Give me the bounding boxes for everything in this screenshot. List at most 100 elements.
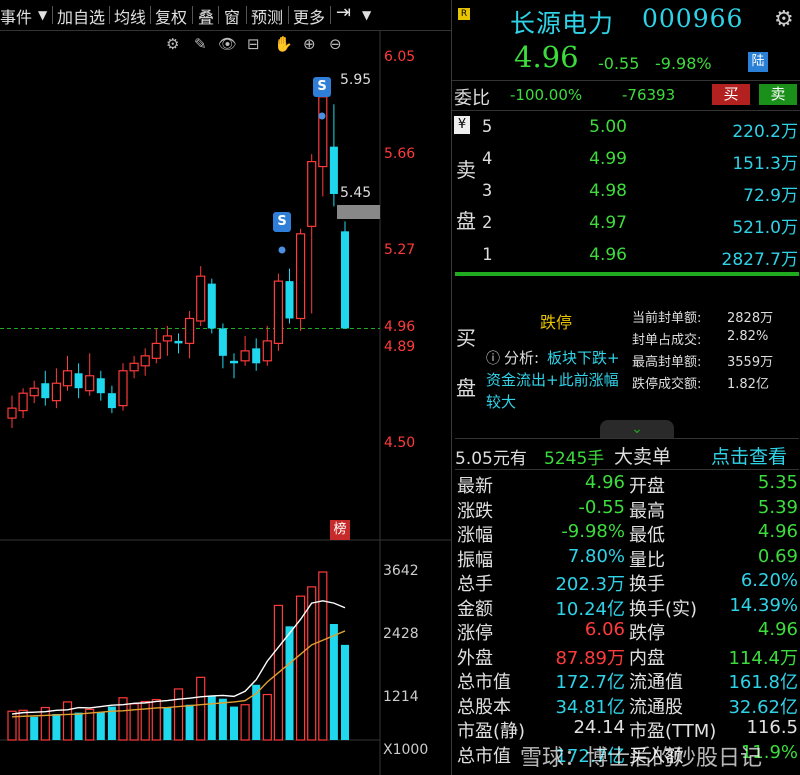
candle-body xyxy=(318,96,328,168)
stat-label: 涨幅 xyxy=(457,525,493,546)
volume-bar xyxy=(7,710,17,741)
rank-badge[interactable]: 榜 xyxy=(330,520,350,540)
volume-axis-label: 2428 xyxy=(383,626,419,642)
chevron-down-icon[interactable]: ⌄ xyxy=(600,420,674,438)
volume-bar xyxy=(62,701,73,741)
volume-bar xyxy=(185,704,194,740)
stat-label: 涨停 xyxy=(457,623,493,644)
sell-level-5[interactable]: 5 5.00 220.2万 xyxy=(452,113,800,143)
market-badge: 陆 xyxy=(748,52,768,72)
stat-value: -0.55 xyxy=(578,496,625,518)
price-axis-label: 4.89 xyxy=(384,339,416,355)
candle-body xyxy=(240,350,250,362)
stat-label: 换手 xyxy=(629,574,665,595)
volume-bar xyxy=(341,644,349,740)
stat-value: 24.14 xyxy=(573,717,625,738)
volume-bar xyxy=(52,714,61,740)
volume-bar xyxy=(151,699,161,741)
analysis-text[interactable]: 资金流出+此前涨幅 xyxy=(486,369,619,390)
price-change-pct: -9.98% xyxy=(655,54,712,73)
volume-bar xyxy=(230,706,238,740)
stock-name: 长源电力 xyxy=(510,9,615,38)
candle-body xyxy=(107,393,116,409)
gear-icon[interactable]: ⚙ xyxy=(774,7,794,32)
volume-bar xyxy=(296,595,306,741)
order-book-divider xyxy=(455,272,799,276)
rank-r-icon: R xyxy=(458,8,470,20)
sell-level-1[interactable]: 1 4.96 2827.7万 xyxy=(452,241,800,271)
volume-bar xyxy=(329,623,338,740)
candle-body xyxy=(296,233,306,320)
candlestick-chart[interactable] xyxy=(0,0,451,775)
current-price-tag xyxy=(337,205,380,219)
big-order-type: 大卖单 xyxy=(614,446,672,468)
volume-axis-label: 3642 xyxy=(383,563,419,579)
signal-dot xyxy=(318,112,326,120)
candle-body xyxy=(218,328,227,356)
volume-bar xyxy=(307,586,317,741)
candle-body xyxy=(207,283,216,329)
seal-value: 1.82亿 xyxy=(727,377,769,392)
seal-label: 封单占成交: xyxy=(632,333,702,348)
candle-body xyxy=(151,342,161,359)
price-axis-label: 6.05 xyxy=(384,49,416,65)
seal-label: 最高封单额: xyxy=(632,355,702,370)
stat-value: 116.5 xyxy=(746,717,798,738)
stat-value: 87.89万 xyxy=(555,647,625,669)
analysis-text[interactable]: 较大 xyxy=(486,391,516,412)
analysis-text[interactable]: 板块下跌+ xyxy=(547,347,620,368)
stat-label: 总市值 xyxy=(457,745,511,767)
stat-value: 7.80% xyxy=(567,545,625,567)
big-order-qty: 5245手 xyxy=(544,449,605,469)
stat-value: 6.20% xyxy=(740,570,798,591)
limit-down-label: 跌停 xyxy=(540,313,573,332)
seal-value: 2828万 xyxy=(727,311,774,326)
stat-label: 总手 xyxy=(457,574,493,595)
big-order-price: 5.05元有 xyxy=(455,449,527,469)
stat-value: 114.4万 xyxy=(728,647,798,669)
view-details-link[interactable]: 点击查看 xyxy=(711,442,787,469)
stat-value: 10.24亿 xyxy=(555,598,625,620)
stat-label: 流通值 xyxy=(629,672,683,693)
candle-body xyxy=(85,375,95,392)
stat-value: 172.7亿 xyxy=(555,672,625,693)
candle-body xyxy=(162,335,172,342)
volume-unit-label: X1000 xyxy=(383,742,429,758)
stat-value: 14.39% xyxy=(729,594,798,616)
buy-button[interactable]: 买 xyxy=(712,84,750,105)
candle-body xyxy=(329,146,338,194)
volume-bar xyxy=(173,688,184,741)
seal-value: 2.82% xyxy=(727,329,769,344)
buy-side-label: 买 xyxy=(456,326,476,350)
volume-bar xyxy=(30,716,39,740)
sell-button[interactable]: 卖 xyxy=(759,84,797,105)
candle-body xyxy=(185,317,195,344)
candle-body xyxy=(262,340,272,362)
stat-label: 总市值 xyxy=(457,672,511,693)
price-axis-label: 5.66 xyxy=(384,146,416,162)
sell-level-4[interactable]: 4 4.99 151.3万 xyxy=(452,145,800,175)
stat-label: 最新 xyxy=(457,476,493,497)
watermark: 雪球：博士后的炒股日记 xyxy=(520,746,763,771)
candle-body xyxy=(29,387,39,397)
seal-label: 跌停成交额: xyxy=(632,377,702,392)
buy-side-label: 盘 xyxy=(456,376,476,400)
stat-label: 金额 xyxy=(457,598,493,620)
stat-label: 外盘 xyxy=(457,647,493,669)
candle-body xyxy=(41,383,50,399)
price-change: -0.55 xyxy=(598,54,640,73)
candle-body xyxy=(285,281,294,319)
candle-body xyxy=(51,382,62,402)
volume-bar xyxy=(218,698,227,740)
last-price: 4.96 xyxy=(514,40,579,74)
chart-panel: 事件 ▼ 加自选 均线 复权 叠 窗 预测 更多 ⇥ ▼ ⚙ ✎ 👁 ⊟ ✋ ⊕… xyxy=(0,0,451,775)
sell-signal-marker[interactable]: S xyxy=(273,212,291,232)
sell-level-2[interactable]: 2 4.97 521.0万 xyxy=(452,209,800,239)
sell-level-3[interactable]: 3 4.98 72.9万 xyxy=(452,177,800,207)
commission-ratio-label: 委比 xyxy=(454,88,490,109)
sell-signal-marker[interactable]: S xyxy=(313,77,331,97)
candle-body xyxy=(129,362,139,372)
candle-body xyxy=(196,275,206,322)
info-icon: ⓘ xyxy=(486,351,500,367)
stat-label: 涨跌 xyxy=(457,500,493,522)
